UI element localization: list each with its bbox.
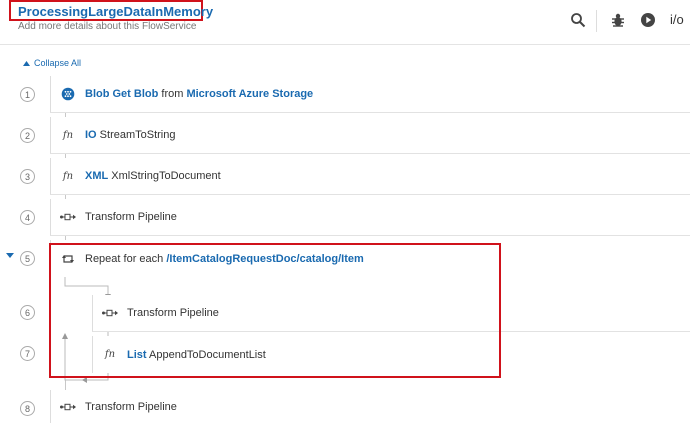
debug-bug-icon[interactable] xyxy=(609,11,627,29)
collapse-all-button[interactable]: Collapse All xyxy=(23,58,81,68)
toolbar-divider xyxy=(596,10,597,32)
step-number: 2 xyxy=(20,128,35,143)
page-title[interactable]: ProcessingLargeDataInMemory xyxy=(18,4,213,19)
transform-pipeline-icon xyxy=(51,213,85,221)
step-label: IO StreamToString xyxy=(85,129,176,141)
io-button[interactable]: i/o xyxy=(670,12,684,27)
function-icon: fn xyxy=(62,129,74,141)
step-number: 5 xyxy=(20,251,35,266)
azure-blob-icon xyxy=(51,87,85,101)
step-number: 1 xyxy=(20,87,35,102)
step-number: 8 xyxy=(20,401,35,416)
header-divider xyxy=(0,44,690,45)
flow-step-8[interactable]: Transform Pipeline xyxy=(50,390,690,423)
expand-caret-icon[interactable] xyxy=(6,253,14,258)
caret-up-icon xyxy=(23,60,30,66)
step-label: Blob Get Blob from Microsoft Azure Stora… xyxy=(85,88,314,100)
search-icon[interactable] xyxy=(569,11,587,29)
step-number: 4 xyxy=(20,210,35,225)
flow-step-3[interactable]: fn XML XmlStringToDocument xyxy=(50,158,690,195)
function-icon: fn xyxy=(62,170,74,182)
repeat-block-highlight-box xyxy=(49,243,501,378)
step-number: 7 xyxy=(20,346,35,361)
flow-step-1[interactable]: Blob Get Blob from Microsoft Azure Stora… xyxy=(50,76,690,113)
run-play-icon[interactable] xyxy=(639,11,657,29)
step-label: Transform Pipeline xyxy=(85,211,177,223)
step-number: 3 xyxy=(20,169,35,184)
flow-step-2[interactable]: fn IO StreamToString xyxy=(50,117,690,154)
collapse-all-label: Collapse All xyxy=(34,58,82,68)
step-label: Transform Pipeline xyxy=(85,400,177,413)
step-label: XML XmlStringToDocument xyxy=(85,170,221,182)
step-number: 6 xyxy=(20,305,35,320)
flow-step-4[interactable]: Transform Pipeline xyxy=(50,199,690,236)
page-subtitle[interactable]: Add more details about this FlowService xyxy=(18,21,196,32)
transform-pipeline-icon xyxy=(51,403,85,411)
